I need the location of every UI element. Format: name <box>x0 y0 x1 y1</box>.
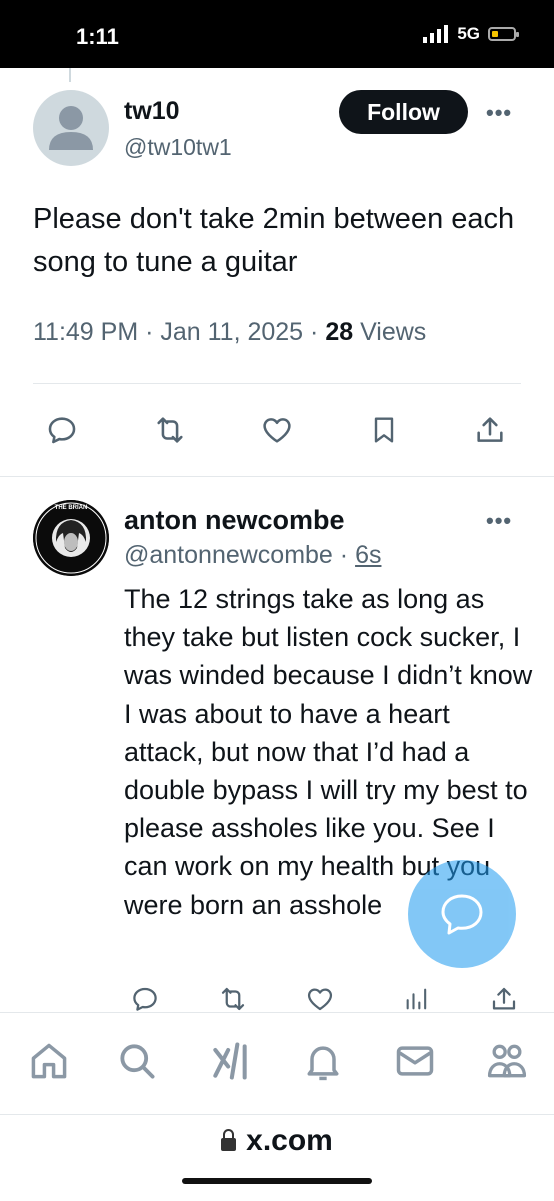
share-button[interactable] <box>468 408 512 452</box>
nav-search[interactable] <box>112 1036 162 1086</box>
repost-icon <box>157 417 183 443</box>
bookmark-button[interactable] <box>362 408 406 452</box>
views-label: Views <box>353 318 427 346</box>
url-display[interactable]: x.com <box>0 1124 554 1158</box>
search-icon <box>120 1044 155 1079</box>
reply-handle-text[interactable]: @antonnewcombe · <box>124 541 355 569</box>
repost-icon <box>221 987 245 1011</box>
reply-icon <box>133 987 157 1011</box>
reply-more-options-icon[interactable]: ••• <box>486 508 512 534</box>
analytics-icon <box>406 988 427 1010</box>
communities-icon <box>487 1044 527 1078</box>
author-handle[interactable]: @tw10tw1 <box>124 134 232 161</box>
compose-fab[interactable] <box>408 860 516 968</box>
heart-icon <box>307 988 333 1011</box>
author-name[interactable]: tw10 <box>124 97 180 126</box>
repost-button[interactable] <box>148 408 192 452</box>
status-bar: 1:11 5G <box>0 0 554 68</box>
bookmark-icon <box>374 417 394 443</box>
reply-author-handle[interactable]: @antonnewcombe · 6s <box>124 541 381 570</box>
heart-icon <box>263 418 291 443</box>
nav-grok[interactable] <box>205 1036 255 1086</box>
reply-author-name[interactable]: anton newcombe <box>124 505 345 536</box>
lock-icon <box>221 1129 237 1151</box>
nav-home[interactable] <box>24 1036 74 1086</box>
tweet-text: Please don't take 2min between each song… <box>33 203 515 278</box>
grok-icon <box>213 1042 247 1080</box>
compose-reply-icon <box>441 894 483 935</box>
nav-messages[interactable] <box>390 1036 440 1086</box>
bottom-nav <box>0 1012 554 1112</box>
reply-button[interactable] <box>40 408 84 452</box>
nav-communities[interactable] <box>482 1036 532 1086</box>
more-options-icon[interactable]: ••• <box>486 100 512 126</box>
signal-icon <box>423 25 449 43</box>
status-time: 1:11 <box>76 24 119 49</box>
nav-divider <box>0 1012 554 1013</box>
tweet-meta: 11:49 PM · Jan 11, 2025 · 28 Views <box>33 318 426 347</box>
network-label: 5G <box>457 24 480 43</box>
like-button[interactable] <box>255 408 299 452</box>
share-icon <box>477 417 503 442</box>
notifications-icon <box>307 1046 339 1081</box>
follow-button[interactable]: Follow <box>339 90 468 134</box>
default-avatar-icon <box>49 106 93 150</box>
url-text[interactable]: x.com <box>246 1124 333 1157</box>
messages-icon <box>396 1046 434 1076</box>
reply-icon <box>48 417 76 444</box>
divider <box>0 476 554 477</box>
views-count: 28 <box>325 318 354 346</box>
share-icon <box>492 987 516 1010</box>
band-logo-avatar: THE BRIAN <box>33 500 109 576</box>
avatar-logo-text: THE BRIAN <box>55 505 88 511</box>
reply-time[interactable]: 6s <box>355 541 381 569</box>
tweet-timestamp[interactable]: 11:49 PM · Jan 11, 2025 · <box>33 318 325 346</box>
reply-avatar[interactable]: THE BRIAN <box>33 500 109 576</box>
home-indicator[interactable] <box>182 1178 372 1184</box>
avatar[interactable] <box>33 90 109 166</box>
battery-icon <box>488 27 519 41</box>
status-indicators: 5G <box>423 24 519 44</box>
nav-notifications[interactable] <box>298 1036 348 1086</box>
divider <box>33 383 521 384</box>
home-icon <box>31 1043 67 1079</box>
thread-connector <box>69 68 71 82</box>
